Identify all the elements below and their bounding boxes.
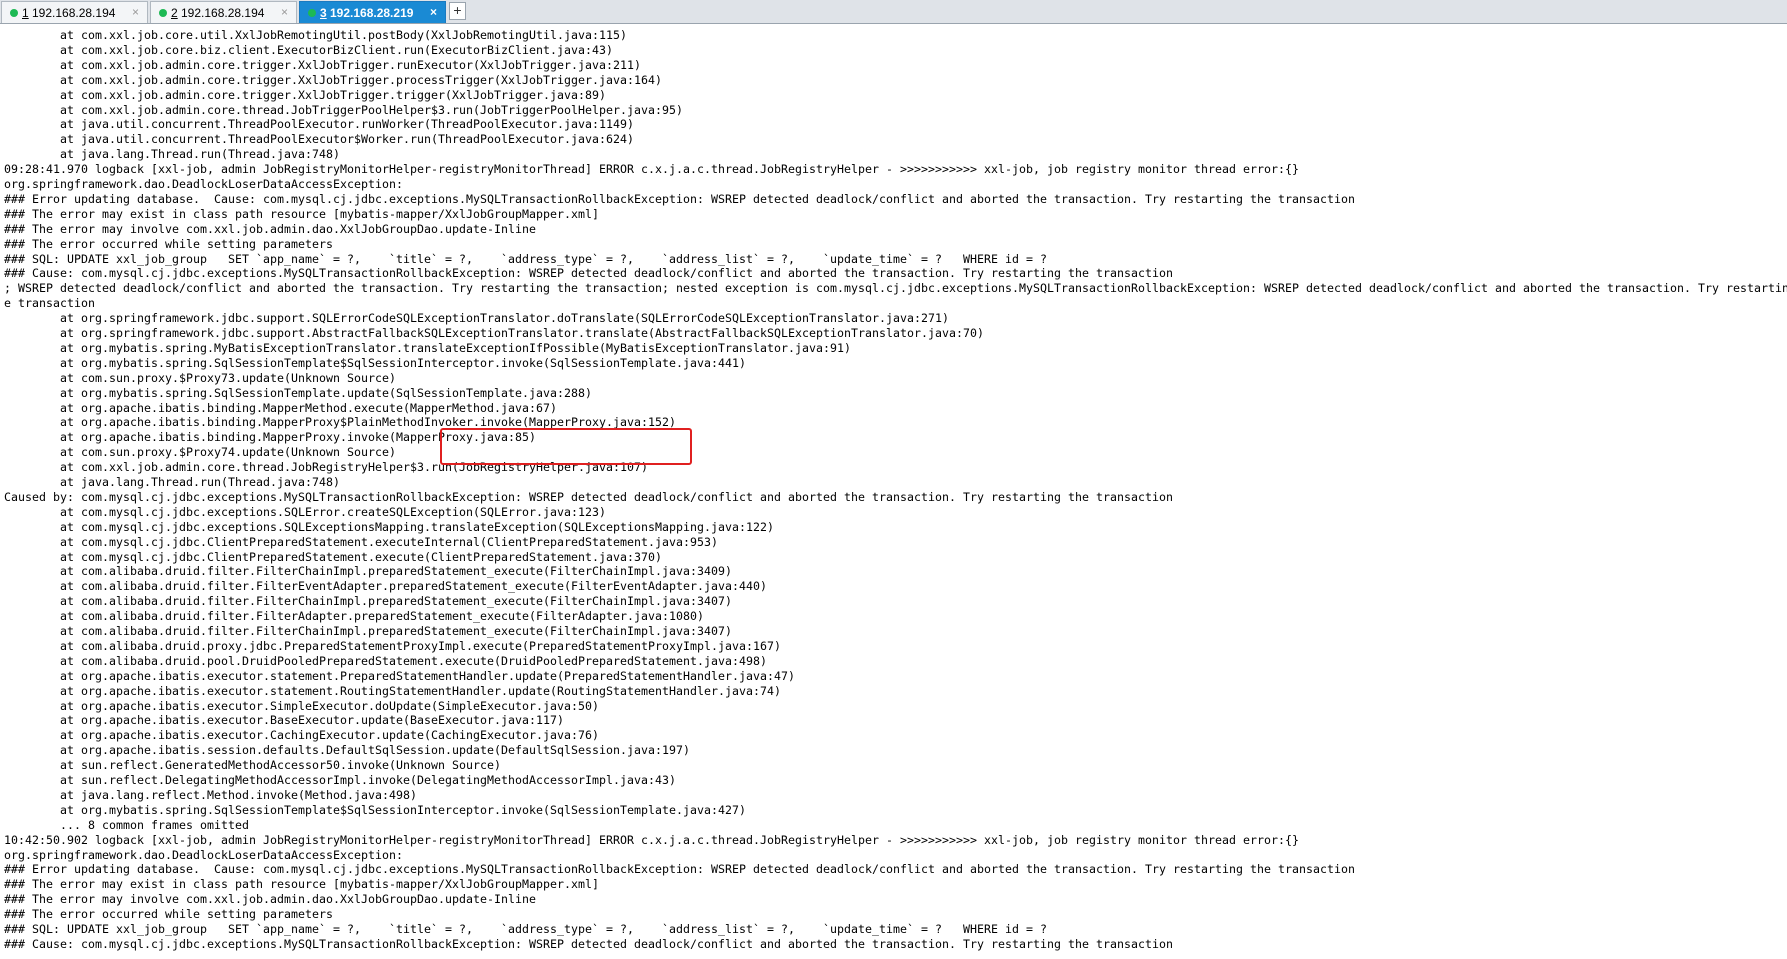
terminal-line: at org.apache.ibatis.executor.BaseExecut…: [4, 713, 565, 728]
terminal-line: at com.mysql.cj.jdbc.ClientPreparedState…: [4, 549, 663, 564]
terminal-line: ### The error occurred while setting par…: [4, 236, 334, 251]
terminal-line: ### The error occurred while setting par…: [4, 907, 334, 922]
terminal-line: at com.alibaba.druid.filter.FilterChainI…: [4, 624, 733, 638]
terminal-line: ; WSREP detected deadlock/conflict and a…: [4, 281, 1787, 296]
terminal-line: at org.mybatis.spring.MyBatisExceptionTr…: [4, 340, 852, 355]
terminal-line: at com.alibaba.druid.filter.FilterChainI…: [4, 564, 733, 579]
terminal-line: at sun.reflect.GeneratedMethodAccessor50…: [4, 758, 502, 773]
terminal-line: ### The error may involve com.xxl.job.ad…: [4, 892, 537, 907]
terminal-line: at org.apache.ibatis.binding.MapperMetho…: [4, 400, 558, 415]
terminal-line: at java.util.concurrent.ThreadPoolExecut…: [4, 132, 635, 147]
highlight-box: [440, 428, 692, 465]
terminal-line: at com.mysql.cj.jdbc.ClientPreparedState…: [4, 534, 719, 549]
terminal-line: at com.xxl.job.core.util.XxlJobRemotingU…: [4, 28, 628, 42]
terminal-line: Caused by: com.mysql.cj.jdbc.exceptions.…: [4, 489, 1174, 504]
terminal-line: at java.util.concurrent.ThreadPoolExecut…: [4, 117, 635, 132]
tab-label: 192.168.28.194: [181, 6, 265, 20]
terminal-line: at org.apache.ibatis.session.defaults.De…: [4, 743, 691, 758]
terminal-line: at org.mybatis.spring.SqlSessionTemplate…: [4, 355, 747, 370]
terminal-line: ### Cause: com.mysql.cj.jdbc.exceptions.…: [4, 936, 1174, 951]
terminal-line: at org.apache.ibatis.executor.CachingExe…: [4, 728, 600, 743]
tab-bar: 1 192.168.28.194 × 2 192.168.28.194 × 3 …: [0, 0, 1787, 24]
terminal-line: ... 8 common frames omitted: [4, 817, 250, 832]
terminal-line: at com.mysql.cj.jdbc.exceptions.SQLError…: [4, 504, 607, 519]
terminal-line: ### The error may involve com.xxl.job.ad…: [4, 221, 537, 236]
connected-status-icon: [308, 9, 316, 17]
terminal-output[interactable]: at com.xxl.job.core.util.XxlJobRemotingU…: [0, 25, 1787, 959]
terminal-line: at com.alibaba.druid.filter.FilterEventA…: [4, 579, 768, 594]
terminal-line: at com.xxl.job.admin.core.trigger.XxlJob…: [4, 87, 607, 102]
terminal-line: at com.alibaba.druid.proxy.jdbc.Prepared…: [4, 638, 782, 653]
terminal-line: ### Error updating database. Cause: com.…: [4, 191, 1356, 206]
terminal-line: at com.mysql.cj.jdbc.exceptions.SQLExcep…: [4, 519, 775, 534]
tab-number: 1: [22, 6, 29, 20]
terminal-line: at org.mybatis.spring.SqlSessionTemplate…: [4, 802, 747, 817]
tab-session-2[interactable]: 2 192.168.28.194 ×: [150, 1, 297, 23]
tab-session-1[interactable]: 1 192.168.28.194 ×: [1, 1, 148, 23]
terminal-line: 10:42:50.902 logback [xxl-job, admin Job…: [4, 832, 1300, 847]
terminal-line: at sun.reflect.DelegatingMethodAccessorI…: [4, 773, 677, 787]
terminal-line: ### Cause: com.mysql.cj.jdbc.exceptions.…: [4, 266, 1174, 281]
terminal-line: at com.xxl.job.admin.core.thread.JobTrig…: [4, 102, 684, 117]
terminal-line: at org.mybatis.spring.SqlSessionTemplate…: [4, 385, 593, 400]
terminal-line: e transaction: [4, 296, 96, 311]
terminal-line: at org.springframework.jdbc.support.Abst…: [4, 326, 985, 340]
close-icon[interactable]: ×: [281, 5, 288, 19]
terminal-line: ### SQL: UPDATE xxl_job_group SET `app_n…: [4, 251, 1048, 266]
terminal-line: at com.sun.proxy.$Proxy73.update(Unknown…: [4, 370, 397, 385]
terminal-line: at com.xxl.job.core.biz.client.ExecutorB…: [4, 42, 614, 57]
terminal-line: org.springframework.dao.DeadlockLoserDat…: [4, 177, 404, 191]
terminal-line: at java.lang.Thread.run(Thread.java:748): [4, 475, 341, 489]
terminal-line: ### The error may exist in class path re…: [4, 877, 600, 892]
terminal-line: at java.lang.Thread.run(Thread.java:748): [4, 147, 341, 162]
terminal-line: at com.xxl.job.admin.core.trigger.XxlJob…: [4, 72, 663, 87]
terminal-line: ### Error updating database. Cause: com.…: [4, 862, 1356, 877]
terminal-line: at com.xxl.job.admin.core.trigger.XxlJob…: [4, 57, 642, 72]
close-icon[interactable]: ×: [132, 5, 139, 19]
tab-number: 2: [171, 6, 178, 20]
tab-label: 192.168.28.194: [32, 6, 116, 20]
tab-session-3[interactable]: 3 192.168.28.219 ×: [299, 1, 446, 23]
tab-label: 192.168.28.219: [330, 6, 414, 20]
terminal-line: at com.alibaba.druid.pool.DruidPooledPre…: [4, 653, 768, 668]
close-icon[interactable]: ×: [430, 5, 437, 19]
terminal-line: ### SQL: UPDATE xxl_job_group SET `app_n…: [4, 922, 1048, 936]
terminal-line: at org.springframework.jdbc.support.SQLE…: [4, 311, 950, 326]
terminal-line: at java.lang.reflect.Method.invoke(Metho…: [4, 787, 418, 802]
tab-number: 3: [320, 6, 327, 20]
add-tab-button[interactable]: +: [449, 2, 466, 20]
terminal-line: at com.alibaba.druid.filter.FilterChainI…: [4, 594, 733, 609]
connected-status-icon: [10, 9, 18, 17]
terminal-line: at org.apache.ibatis.executor.statement.…: [4, 668, 796, 683]
terminal-line: at com.alibaba.druid.filter.FilterAdapte…: [4, 609, 705, 624]
terminal-line: at com.sun.proxy.$Proxy74.update(Unknown…: [4, 445, 397, 460]
connected-status-icon: [159, 9, 167, 17]
terminal-line: ### The error may exist in class path re…: [4, 206, 600, 221]
terminal-line: org.springframework.dao.DeadlockLoserDat…: [4, 847, 404, 862]
terminal-line: at org.apache.ibatis.executor.statement.…: [4, 683, 782, 698]
terminal-line: 09:28:41.970 logback [xxl-job, admin Job…: [4, 162, 1300, 177]
terminal-line: at org.apache.ibatis.executor.SimpleExec…: [4, 698, 600, 713]
